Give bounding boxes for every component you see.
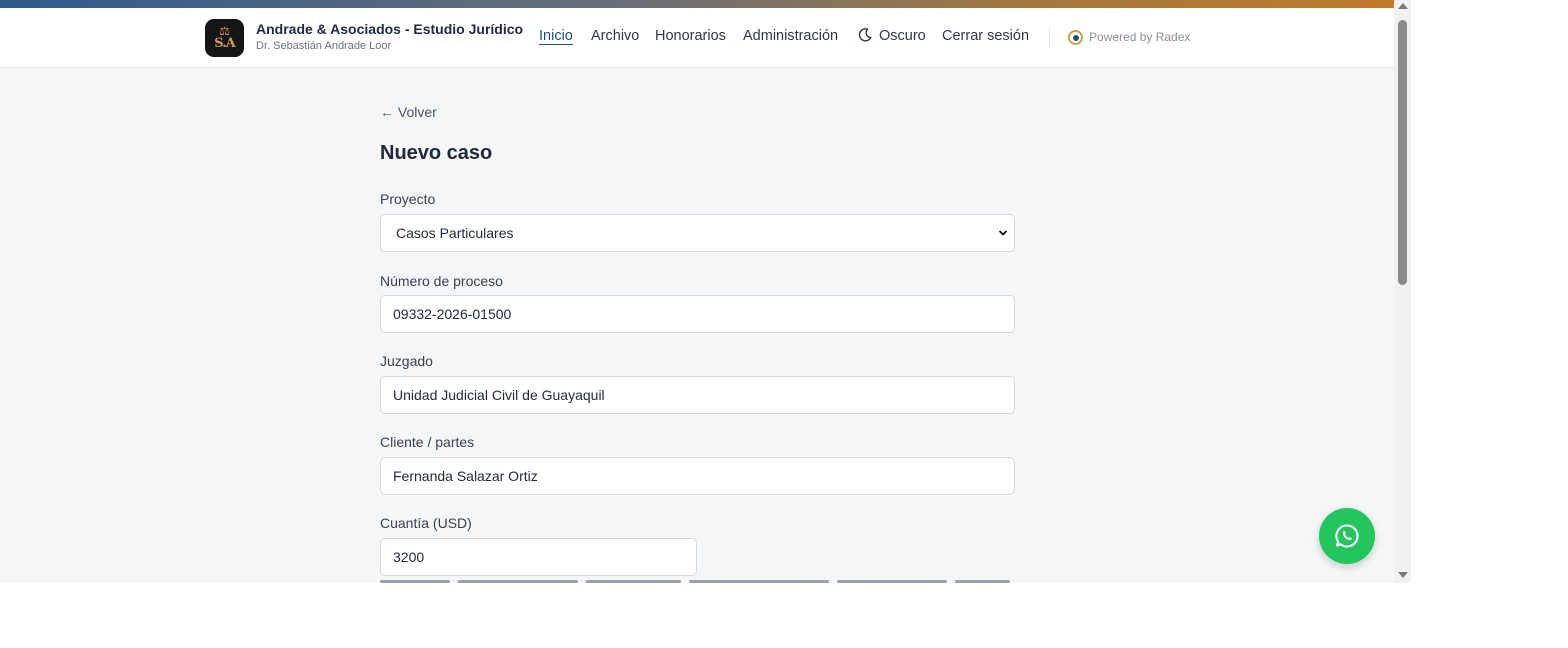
firm-name: Andrade & Asociados - Estudio Jurídico [256, 21, 524, 37]
page-title: Nuevo caso [380, 142, 493, 164]
clipped-helper-text [380, 575, 1020, 583]
theme-toggle-dark[interactable]: Oscuro [879, 28, 926, 44]
nav-inicio[interactable]: Inicio [539, 28, 573, 44]
powered-by-radex[interactable]: Powered by Radex [1089, 30, 1190, 44]
proyecto-select-value: Casos Particulares [396, 225, 514, 241]
header: ⚖ S.A Andrade & Asociados - Estudio Jurí… [0, 8, 1394, 68]
scroll-down-arrow-icon[interactable] [1398, 572, 1408, 578]
nav-archivo[interactable]: Archivo [591, 28, 639, 44]
brand-gradient-bar [0, 0, 1394, 8]
cliente-label: Cliente / partes [380, 434, 475, 450]
juzgado-value: Unidad Judicial Civil de Guayaquil [393, 387, 605, 403]
logout-link[interactable]: Cerrar sesión [942, 28, 1029, 44]
app-viewport: ⚖ S.A Andrade & Asociados - Estudio Jurí… [0, 0, 1394, 583]
back-link[interactable]: ← Volver [380, 104, 437, 120]
numero-proceso-input[interactable]: 09332-2026-01500 [380, 295, 1015, 333]
nav-honorarios[interactable]: Honorarios [655, 28, 726, 44]
proyecto-label: Proyecto [380, 191, 436, 207]
whatsapp-icon [1335, 524, 1359, 548]
juzgado-input[interactable]: Unidad Judicial Civil de Guayaquil [380, 376, 1015, 414]
nav-administracion[interactable]: Administración [743, 28, 838, 44]
whatsapp-button[interactable] [1319, 508, 1375, 564]
numero-proceso-value: 09332-2026-01500 [393, 306, 512, 322]
moon-icon[interactable] [857, 27, 873, 43]
scrollbar-thumb[interactable] [1398, 20, 1407, 285]
juzgado-label: Juzgado [380, 353, 433, 369]
firm-subtitle: Dr. Sebastián Andrade Loor [256, 40, 392, 52]
page-scrollbar[interactable] [1394, 0, 1411, 583]
chevron-down-icon [998, 230, 1008, 236]
cuantia-input[interactable]: 3200 [380, 538, 697, 576]
scroll-up-arrow-icon[interactable] [1398, 3, 1408, 9]
firm-logo[interactable]: ⚖ S.A [205, 19, 244, 57]
cuantia-value: 3200 [393, 549, 425, 565]
numero-proceso-label: Número de proceso [380, 273, 503, 289]
radex-icon [1068, 30, 1083, 45]
cuantia-label: Cuantía (USD) [380, 515, 472, 531]
cliente-value: Fernanda Salazar Ortiz [393, 468, 538, 484]
proyecto-select[interactable]: Casos Particulares [380, 214, 1015, 252]
logo-monogram: S.A [214, 36, 236, 51]
cliente-input[interactable]: Fernanda Salazar Ortiz [380, 457, 1015, 495]
header-divider [1049, 28, 1050, 48]
